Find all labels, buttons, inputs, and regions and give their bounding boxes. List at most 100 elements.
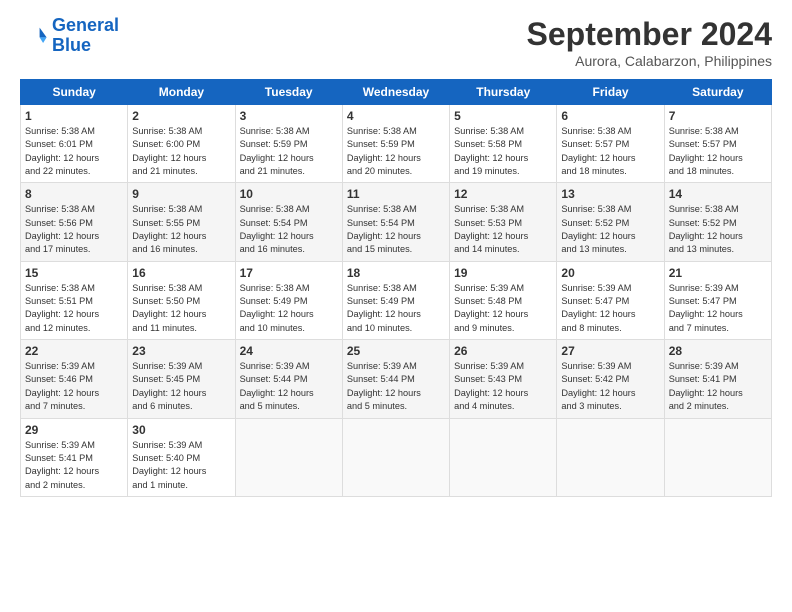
calendar-week: 1 Sunrise: 5:38 AM Sunset: 6:01 PM Daylig… <box>21 105 772 183</box>
logo: General Blue <box>20 16 119 56</box>
day-info: Sunrise: 5:39 AM Sunset: 5:42 PM Dayligh… <box>561 360 659 413</box>
title-area: September 2024 Aurora, Calabarzon, Phili… <box>527 16 772 69</box>
table-row: 24 Sunrise: 5:39 AM Sunset: 5:44 PM Dayli… <box>235 340 342 418</box>
calendar-table: Sunday Monday Tuesday Wednesday Thursday… <box>20 79 772 497</box>
table-row: 5 Sunrise: 5:38 AM Sunset: 5:58 PM Daylig… <box>450 105 557 183</box>
header-sunday: Sunday <box>21 80 128 105</box>
day-number: 3 <box>240 109 338 123</box>
table-row: 3 Sunrise: 5:38 AM Sunset: 5:59 PM Daylig… <box>235 105 342 183</box>
table-row <box>450 418 557 496</box>
day-number: 11 <box>347 187 445 201</box>
day-number: 5 <box>454 109 552 123</box>
day-number: 10 <box>240 187 338 201</box>
day-info: Sunrise: 5:39 AM Sunset: 5:40 PM Dayligh… <box>132 439 230 492</box>
calendar-week: 29 Sunrise: 5:39 AM Sunset: 5:41 PM Dayli… <box>21 418 772 496</box>
table-row: 16Sunrise: 5:38 AM Sunset: 5:50 PM Dayli… <box>128 261 235 339</box>
header-tuesday: Tuesday <box>235 80 342 105</box>
day-info: Sunrise: 5:38 AM Sunset: 5:59 PM Dayligh… <box>347 125 445 178</box>
table-row: 9 Sunrise: 5:38 AM Sunset: 5:55 PM Daylig… <box>128 183 235 261</box>
day-number: 20 <box>561 266 659 280</box>
page-container: General Blue September 2024 Aurora, Cala… <box>0 0 792 507</box>
day-info: Sunrise: 5:38 AM Sunset: 5:57 PM Dayligh… <box>669 125 767 178</box>
header-thursday: Thursday <box>450 80 557 105</box>
day-info: Sunrise: 5:38 AM Sunset: 5:57 PM Dayligh… <box>561 125 659 178</box>
day-info: Sunrise: 5:39 AM Sunset: 5:45 PM Dayligh… <box>132 360 230 413</box>
calendar-week: 8 Sunrise: 5:38 AM Sunset: 5:56 PM Daylig… <box>21 183 772 261</box>
day-number: 12 <box>454 187 552 201</box>
table-row: 17Sunrise: 5:38 AM Sunset: 5:49 PM Dayli… <box>235 261 342 339</box>
day-info: Sunrise: 5:38 AM Sunset: 5:55 PM Dayligh… <box>132 203 230 256</box>
day-info: Sunrise: 5:39 AM Sunset: 5:44 PM Dayligh… <box>347 360 445 413</box>
day-number: 28 <box>669 344 767 358</box>
day-number: 27 <box>561 344 659 358</box>
day-number: 2 <box>132 109 230 123</box>
table-row: 25 Sunrise: 5:39 AM Sunset: 5:44 PM Dayli… <box>342 340 449 418</box>
table-row <box>235 418 342 496</box>
day-number: 13 <box>561 187 659 201</box>
day-number: 8 <box>25 187 123 201</box>
table-row: 13 Sunrise: 5:38 AM Sunset: 5:52 PM Dayli… <box>557 183 664 261</box>
day-info: Sunrise: 5:38 AM Sunset: 5:52 PM Dayligh… <box>669 203 767 256</box>
header-area: General Blue September 2024 Aurora, Cala… <box>20 16 772 69</box>
header-row: Sunday Monday Tuesday Wednesday Thursday… <box>21 80 772 105</box>
day-number: 1 <box>25 109 123 123</box>
day-number: 30 <box>132 423 230 437</box>
day-number: 4 <box>347 109 445 123</box>
day-number: 21 <box>669 266 767 280</box>
day-info: Sunrise: 5:38 AM Sunset: 5:49 PM Dayligh… <box>240 282 338 335</box>
month-title: September 2024 <box>527 16 772 53</box>
table-row: 29 Sunrise: 5:39 AM Sunset: 5:41 PM Dayli… <box>21 418 128 496</box>
day-number: 25 <box>347 344 445 358</box>
day-number: 26 <box>454 344 552 358</box>
day-info: Sunrise: 5:38 AM Sunset: 5:56 PM Dayligh… <box>25 203 123 256</box>
header-wednesday: Wednesday <box>342 80 449 105</box>
subtitle: Aurora, Calabarzon, Philippines <box>527 53 772 69</box>
day-info: Sunrise: 5:38 AM Sunset: 5:52 PM Dayligh… <box>561 203 659 256</box>
day-info: Sunrise: 5:39 AM Sunset: 5:48 PM Dayligh… <box>454 282 552 335</box>
day-number: 9 <box>132 187 230 201</box>
table-row: 4 Sunrise: 5:38 AM Sunset: 5:59 PM Daylig… <box>342 105 449 183</box>
logo-line2: Blue <box>52 36 119 56</box>
day-info: Sunrise: 5:39 AM Sunset: 5:41 PM Dayligh… <box>669 360 767 413</box>
day-info: Sunrise: 5:38 AM Sunset: 5:49 PM Dayligh… <box>347 282 445 335</box>
table-row: 7Sunrise: 5:38 AM Sunset: 5:57 PM Daylig… <box>664 105 771 183</box>
table-row: 11Sunrise: 5:38 AM Sunset: 5:54 PM Dayli… <box>342 183 449 261</box>
day-info: Sunrise: 5:38 AM Sunset: 6:01 PM Dayligh… <box>25 125 123 178</box>
day-number: 24 <box>240 344 338 358</box>
day-number: 18 <box>347 266 445 280</box>
day-number: 29 <box>25 423 123 437</box>
day-info: Sunrise: 5:38 AM Sunset: 6:00 PM Dayligh… <box>132 125 230 178</box>
day-info: Sunrise: 5:39 AM Sunset: 5:47 PM Dayligh… <box>669 282 767 335</box>
table-row <box>664 418 771 496</box>
table-row: 28 Sunrise: 5:39 AM Sunset: 5:41 PM Dayli… <box>664 340 771 418</box>
day-number: 19 <box>454 266 552 280</box>
calendar-header: Sunday Monday Tuesday Wednesday Thursday… <box>21 80 772 105</box>
table-row: 12 Sunrise: 5:38 AM Sunset: 5:53 PM Dayli… <box>450 183 557 261</box>
day-number: 23 <box>132 344 230 358</box>
day-info: Sunrise: 5:38 AM Sunset: 5:58 PM Dayligh… <box>454 125 552 178</box>
day-info: Sunrise: 5:39 AM Sunset: 5:46 PM Dayligh… <box>25 360 123 413</box>
day-info: Sunrise: 5:38 AM Sunset: 5:50 PM Dayligh… <box>132 282 230 335</box>
logo-line1: General <box>52 15 119 35</box>
day-info: Sunrise: 5:39 AM Sunset: 5:43 PM Dayligh… <box>454 360 552 413</box>
day-number: 15 <box>25 266 123 280</box>
day-info: Sunrise: 5:39 AM Sunset: 5:44 PM Dayligh… <box>240 360 338 413</box>
logo-text: General Blue <box>52 16 119 56</box>
table-row: 20Sunrise: 5:39 AM Sunset: 5:47 PM Dayli… <box>557 261 664 339</box>
calendar-week: 15 Sunrise: 5:38 AM Sunset: 5:51 PM Dayli… <box>21 261 772 339</box>
calendar-week: 22 Sunrise: 5:39 AM Sunset: 5:46 PM Dayli… <box>21 340 772 418</box>
day-number: 6 <box>561 109 659 123</box>
table-row: 21 Sunrise: 5:39 AM Sunset: 5:47 PM Dayli… <box>664 261 771 339</box>
day-number: 22 <box>25 344 123 358</box>
table-row: 15 Sunrise: 5:38 AM Sunset: 5:51 PM Dayli… <box>21 261 128 339</box>
table-row <box>342 418 449 496</box>
table-row: 30 Sunrise: 5:39 AM Sunset: 5:40 PM Dayli… <box>128 418 235 496</box>
day-info: Sunrise: 5:39 AM Sunset: 5:41 PM Dayligh… <box>25 439 123 492</box>
day-info: Sunrise: 5:38 AM Sunset: 5:59 PM Dayligh… <box>240 125 338 178</box>
table-row: 10Sunrise: 5:38 AM Sunset: 5:54 PM Dayli… <box>235 183 342 261</box>
table-row: 18 Sunrise: 5:38 AM Sunset: 5:49 PM Dayli… <box>342 261 449 339</box>
table-row: 1 Sunrise: 5:38 AM Sunset: 6:01 PM Daylig… <box>21 105 128 183</box>
day-info: Sunrise: 5:38 AM Sunset: 5:53 PM Dayligh… <box>454 203 552 256</box>
day-info: Sunrise: 5:38 AM Sunset: 5:51 PM Dayligh… <box>25 282 123 335</box>
table-row: 2 Sunrise: 5:38 AM Sunset: 6:00 PM Daylig… <box>128 105 235 183</box>
